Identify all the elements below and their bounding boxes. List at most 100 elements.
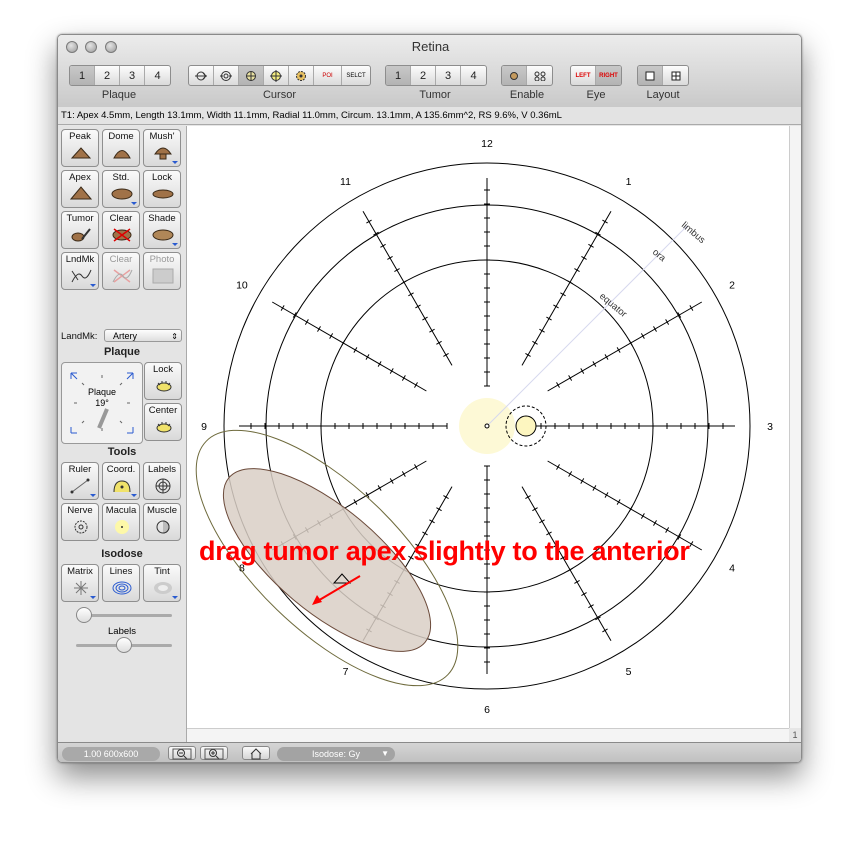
spoke-tick [653, 326, 657, 332]
vertical-scrollbar[interactable] [789, 126, 801, 728]
spoke-tick [546, 531, 552, 536]
labels-tool-button[interactable]: Labels [143, 462, 181, 500]
eye-left-button[interactable]: LEFT [571, 66, 596, 85]
spoke-tick [592, 485, 597, 491]
eye-selector: LEFT RIGHT [570, 65, 622, 86]
tumor-1-button[interactable]: 1 [386, 66, 411, 85]
tint-tool-button[interactable]: Tint [143, 564, 181, 602]
plaque-center-button[interactable]: Center [144, 403, 182, 441]
select-icon[interactable]: SELCT [342, 66, 370, 85]
tumor-3-button[interactable]: 3 [436, 66, 461, 85]
matrix-label: Matrix [67, 566, 93, 577]
landmark-tool-button[interactable]: LndMk [61, 252, 99, 290]
spoke-tick [553, 304, 559, 309]
tumor-tool-button[interactable]: Tumor [61, 211, 99, 249]
gear-icon[interactable] [289, 66, 314, 85]
spoke-tick [341, 340, 346, 346]
spoke-tick [401, 280, 407, 285]
plaque-group-label: Plaque [101, 89, 137, 101]
isodose-unit-value: Isodose: Gy [311, 749, 361, 759]
window-title: Retina [411, 39, 450, 54]
spoke-tick [581, 256, 587, 260]
tint-icon [154, 582, 172, 594]
lock-shape-tool-button[interactable]: Lock [143, 170, 181, 208]
macula-tool-button[interactable]: Macula [102, 503, 140, 541]
photo-tool-button[interactable]: Photo [143, 252, 181, 290]
spoke-tick [628, 340, 633, 346]
spoke-tick [422, 531, 428, 536]
ruler-label: Ruler [68, 464, 92, 475]
spoke-tick [580, 368, 585, 374]
plaque-4-button[interactable]: 4 [145, 66, 170, 85]
slider-1-knob[interactable] [75, 607, 92, 623]
spoke-tick [689, 541, 694, 547]
spoke-tick [602, 219, 608, 224]
clear-landmark-button[interactable]: Clear [102, 252, 140, 290]
crosshair-arrow-icon[interactable] [189, 66, 214, 85]
slider-2-knob[interactable] [116, 637, 132, 653]
spoke-tick [604, 492, 609, 498]
peak-tool-button[interactable]: Peak [61, 129, 99, 167]
cursor-selector: POI SELCT [188, 65, 371, 86]
tumor-label: Tumor [66, 213, 94, 224]
landmark-icon [71, 269, 92, 283]
spoke-tick [539, 328, 545, 333]
spoke-tick [588, 243, 594, 248]
nerve-tool-button[interactable]: Nerve [61, 503, 99, 541]
matrix-tool-button[interactable]: Matrix [61, 564, 99, 602]
eye-right-button[interactable]: RIGHT [596, 66, 621, 85]
lock-shape-label: Lock [151, 172, 173, 183]
ruler-tool-button[interactable]: Ruler [61, 462, 99, 500]
plaque-3-button[interactable]: 3 [120, 66, 145, 85]
spoke-tick [525, 353, 531, 357]
labels-dial-icon [155, 478, 171, 494]
spoke-tick [401, 375, 406, 381]
clear-tumor-button[interactable]: Clear [102, 211, 140, 249]
zoom-in-icon [204, 748, 224, 760]
lines-tool-button[interactable]: Lines [102, 564, 140, 602]
move-icon[interactable] [264, 66, 289, 85]
shade-icon [152, 229, 174, 241]
ruler-icon [70, 478, 90, 494]
eye-group-label: Eye [586, 89, 606, 101]
plaque-2-button[interactable]: 2 [95, 66, 120, 85]
enable-multi-icon[interactable] [527, 66, 552, 85]
shade-label: Shade [148, 213, 176, 224]
enable-group-label: Enable [509, 89, 545, 101]
plaque-rotation-widget[interactable]: Plaque 19° [61, 362, 143, 444]
retina-polar-chart[interactable]: 121234567891011limbusoraequator [187, 126, 789, 728]
clock-label-4: 4 [729, 563, 735, 575]
spoke-tick [556, 464, 560, 470]
tumor-4-button[interactable]: 4 [461, 66, 486, 85]
plaque-selector: 1 2 3 4 [69, 65, 171, 86]
shade-tool-button[interactable]: Shade [143, 211, 181, 249]
coordinates-tool-button[interactable]: Coord. [102, 462, 140, 500]
zoom-in-button[interactable] [200, 746, 228, 760]
plaque-cursor-icon[interactable] [239, 66, 264, 85]
home-button[interactable] [242, 746, 270, 760]
plaque-lock-button[interactable]: Lock [144, 362, 182, 400]
spoke-tick [429, 328, 435, 333]
enable-single-icon[interactable] [502, 66, 527, 85]
muscle-icon [156, 520, 170, 534]
landmark-type-select[interactable]: Artery ⇕ [104, 329, 182, 342]
spoke-tick [414, 464, 418, 470]
spoke-tick [443, 495, 449, 499]
chevron-down-icon: ▼ [381, 749, 389, 758]
mushroom-tool-button[interactable]: Mush' [143, 129, 181, 167]
isodose-unit-select[interactable]: Isodose: Gy ▼ [277, 747, 395, 761]
apex-tool-button[interactable]: Apex [61, 170, 99, 208]
zoom-out-button[interactable] [168, 746, 196, 760]
muscle-tool-button[interactable]: Muscle [143, 503, 181, 541]
tumor-2-button[interactable]: 2 [411, 66, 436, 85]
poi-icon[interactable]: POI [314, 66, 342, 85]
layout-single-icon[interactable] [638, 66, 663, 85]
horizontal-scrollbar[interactable] [187, 728, 789, 743]
dome-tool-button[interactable]: Dome [102, 129, 140, 167]
spoke-tick [592, 361, 597, 367]
plaque-1-button[interactable]: 1 [70, 66, 95, 85]
target-icon[interactable] [214, 66, 239, 85]
layout-grid-icon[interactable] [663, 66, 688, 85]
standard-tool-button[interactable]: Std. [102, 170, 140, 208]
retina-diagram-canvas[interactable]: 12 1 2 3 4 5 6 7 8 9 10 11 limbus ora equator [187, 126, 789, 728]
